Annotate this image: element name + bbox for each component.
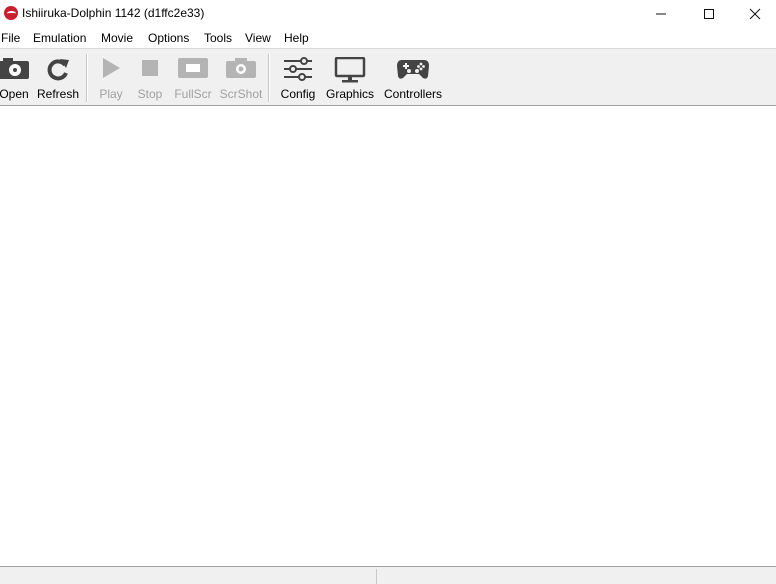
config-button[interactable]: Config [277,49,319,105]
play-button[interactable]: Play [94,49,128,105]
menu-file[interactable]: File [1,31,20,45]
status-bar [0,566,776,584]
screenshot-label: ScrShot [219,87,263,101]
graphics-label: Graphics [325,87,375,101]
refresh-button[interactable]: Refresh [36,49,80,105]
play-icon [103,58,120,78]
close-button[interactable] [732,0,776,27]
toolbar-separator [268,54,270,102]
menu-emulation[interactable]: Emulation [33,31,86,45]
open-label: Open [0,87,29,101]
stop-icon [142,60,158,76]
stop-button[interactable]: Stop [133,49,167,105]
window-title: Ishiiruka-Dolphin 1142 (d1ffc2e33) [22,6,205,20]
refresh-icon [47,59,69,81]
refresh-label: Refresh [36,87,80,101]
fullscreen-button[interactable]: FullScr [171,49,215,105]
menu-view[interactable]: View [245,31,271,45]
menu-tools[interactable]: Tools [204,31,232,45]
toolbar: Open Refresh Play Stop FullScr ScrShot C… [0,48,776,106]
gamepad-icon [397,60,429,79]
dolphin-app-icon [4,6,18,20]
config-label: Config [280,87,316,101]
toolbar-separator [86,54,88,102]
menu-options[interactable]: Options [148,31,189,45]
maximize-button[interactable] [686,0,732,27]
controllers-label: Controllers [383,87,443,101]
open-button[interactable]: Open [0,49,32,105]
menu-help[interactable]: Help [284,31,309,45]
maximize-icon [704,8,714,19]
screenshot-camera-icon [226,58,256,78]
status-divider [376,569,377,584]
sliders-icon [284,57,312,81]
stop-label: Stop [137,87,163,101]
title-bar: Ishiiruka-Dolphin 1142 (d1ffc2e33) [0,0,776,27]
open-disc-icon [0,58,29,79]
play-label: Play [99,87,123,101]
fullscreen-label: FullScr [174,87,212,101]
close-icon [749,8,761,19]
screenshot-button[interactable]: ScrShot [218,49,264,105]
menu-movie[interactable]: Movie [101,31,133,45]
controllers-button[interactable]: Controllers [382,49,444,105]
monitor-icon [334,57,366,83]
fullscreen-icon [178,58,208,78]
minimize-icon [656,13,666,14]
minimize-button[interactable] [638,0,684,27]
game-list-area[interactable] [0,106,776,565]
menu-bar: File Emulation Movie Options Tools View … [0,28,776,48]
graphics-button[interactable]: Graphics [325,49,375,105]
